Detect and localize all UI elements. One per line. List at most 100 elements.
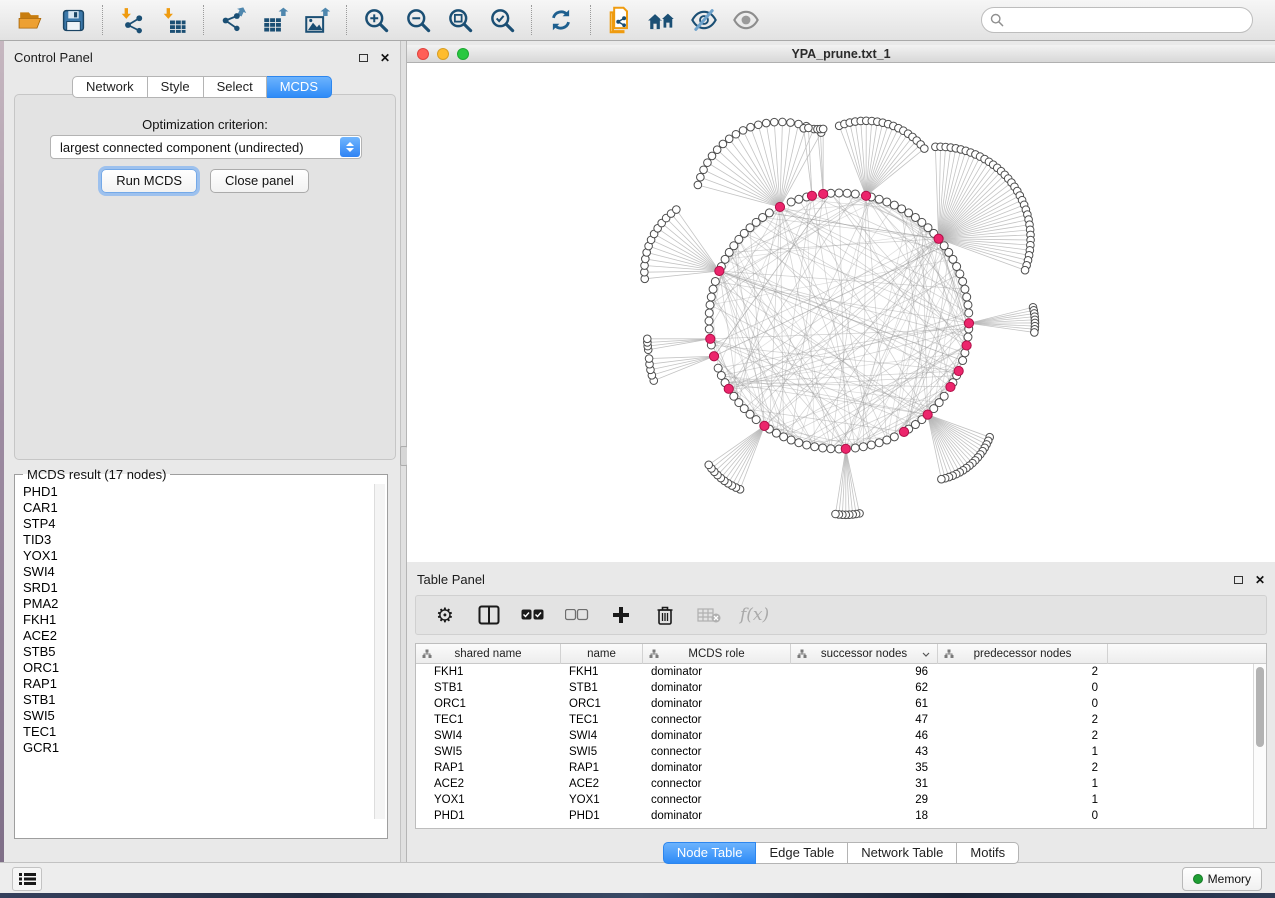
table-row[interactable]: SWI4SWI4dominator462: [416, 728, 1266, 744]
network-leaf-node[interactable]: [762, 119, 770, 127]
close-window-icon[interactable]: [417, 48, 429, 60]
result-node[interactable]: PHD1: [23, 484, 387, 500]
export-image-button[interactable]: [301, 4, 333, 36]
export-table-button[interactable]: [259, 4, 291, 36]
network-leaf-node[interactable]: [694, 181, 702, 189]
network-node[interactable]: [890, 433, 898, 441]
result-node[interactable]: GCR1: [23, 740, 387, 756]
network-titlebar[interactable]: YPA_prune.txt_1: [407, 45, 1275, 63]
deselect-all-columns-button[interactable]: [564, 602, 590, 628]
network-node[interactable]: [705, 325, 713, 333]
tab-mcds[interactable]: MCDS: [267, 76, 332, 98]
tab-select[interactable]: Select: [204, 76, 267, 98]
network-node[interactable]: [953, 263, 961, 271]
mcds-hub-node[interactable]: [807, 191, 816, 200]
network-node[interactable]: [705, 309, 713, 317]
network-leaf-node[interactable]: [719, 140, 727, 148]
mcds-hub-node[interactable]: [964, 319, 973, 328]
result-node[interactable]: YOX1: [23, 548, 387, 564]
result-node[interactable]: STB5: [23, 644, 387, 660]
table-row[interactable]: TEC1TEC1connector472: [416, 712, 1266, 728]
table-row[interactable]: YOX1YOX1connector291: [416, 792, 1266, 808]
result-node[interactable]: PMA2: [23, 596, 387, 612]
network-leaf-node[interactable]: [779, 118, 787, 126]
mcds-hub-node[interactable]: [724, 384, 733, 393]
zoom-out-button[interactable]: [402, 4, 434, 36]
network-node[interactable]: [956, 270, 964, 278]
task-history-button[interactable]: [12, 867, 42, 891]
maximize-window-icon[interactable]: [457, 48, 469, 60]
mcds-hub-node[interactable]: [954, 366, 963, 375]
table-row[interactable]: STB1STB1dominator620: [416, 680, 1266, 696]
network-node[interactable]: [787, 198, 795, 206]
column-header-MCDS-role[interactable]: MCDS role: [643, 644, 791, 664]
mcds-hub-node[interactable]: [715, 266, 724, 275]
result-node[interactable]: ORC1: [23, 660, 387, 676]
network-node[interactable]: [765, 209, 773, 217]
network-node[interactable]: [707, 293, 715, 301]
run-mcds-button[interactable]: Run MCDS: [101, 169, 197, 193]
result-node[interactable]: FKH1: [23, 612, 387, 628]
network-leaf-node[interactable]: [770, 118, 778, 126]
result-node[interactable]: SWI5: [23, 708, 387, 724]
float-table-panel-icon[interactable]: [1234, 576, 1243, 584]
result-node[interactable]: SRD1: [23, 580, 387, 596]
network-canvas[interactable]: [407, 63, 1275, 562]
show-columns-button[interactable]: [476, 602, 502, 628]
network-leaf-node[interactable]: [645, 355, 653, 363]
mcds-hub-node[interactable]: [775, 202, 784, 211]
network-node[interactable]: [890, 201, 898, 209]
tab-edge-table[interactable]: Edge Table: [756, 842, 848, 864]
tab-style[interactable]: Style: [148, 76, 204, 98]
result-node[interactable]: CAR1: [23, 500, 387, 516]
network-node[interactable]: [711, 277, 719, 285]
network-leaf-node[interactable]: [747, 123, 755, 131]
network-node[interactable]: [875, 195, 883, 203]
delete-columns-button[interactable]: [652, 602, 678, 628]
network-node[interactable]: [835, 189, 843, 197]
network-node[interactable]: [963, 293, 971, 301]
network-node[interactable]: [787, 436, 795, 444]
result-node[interactable]: RAP1: [23, 676, 387, 692]
function-builder-button[interactable]: f(x): [740, 602, 769, 628]
table-row[interactable]: ORC1ORC1dominator610: [416, 696, 1266, 712]
column-header-successor-nodes[interactable]: successor nodes: [791, 644, 938, 664]
network-leaf-node[interactable]: [1031, 329, 1039, 337]
mcds-hub-node[interactable]: [934, 234, 943, 243]
mcds-hub-node[interactable]: [899, 427, 908, 436]
import-table-button[interactable]: [158, 4, 190, 36]
mcds-hub-node[interactable]: [861, 191, 870, 200]
network-node[interactable]: [717, 371, 725, 379]
import-network-button[interactable]: [116, 4, 148, 36]
column-header-shared-name[interactable]: shared name: [416, 644, 561, 664]
network-leaf-node[interactable]: [819, 125, 827, 133]
save-session-button[interactable]: [57, 4, 89, 36]
tab-network-table[interactable]: Network Table: [848, 842, 957, 864]
network-leaf-node[interactable]: [805, 124, 813, 132]
select-all-columns-button[interactable]: [520, 602, 546, 628]
minimize-window-icon[interactable]: [437, 48, 449, 60]
mcds-hub-node[interactable]: [706, 334, 715, 343]
result-node[interactable]: ACE2: [23, 628, 387, 644]
network-leaf-node[interactable]: [705, 461, 713, 469]
mcds-hub-node[interactable]: [819, 189, 828, 198]
network-node[interactable]: [827, 445, 835, 453]
network-node[interactable]: [843, 189, 851, 197]
result-node[interactable]: TID3: [23, 532, 387, 548]
table-row[interactable]: ACE2ACE2connector311: [416, 776, 1266, 792]
network-node[interactable]: [851, 444, 859, 452]
float-panel-icon[interactable]: [359, 54, 368, 62]
vertical-splitter[interactable]: [400, 41, 407, 862]
network-node[interactable]: [714, 364, 722, 372]
result-node[interactable]: STP4: [23, 516, 387, 532]
network-leaf-node[interactable]: [1021, 266, 1029, 274]
network-node[interactable]: [961, 285, 969, 293]
mcds-result-list[interactable]: PHD1CAR1STP4TID3YOX1SWI4SRD1PMA2FKH1ACE2…: [15, 482, 387, 821]
clone-network-button[interactable]: [604, 4, 636, 36]
network-leaf-node[interactable]: [713, 146, 721, 154]
network-leaf-node[interactable]: [754, 121, 762, 129]
mcds-hub-node[interactable]: [841, 444, 850, 453]
network-node[interactable]: [811, 443, 819, 451]
network-node[interactable]: [803, 441, 811, 449]
network-leaf-node[interactable]: [673, 206, 681, 214]
